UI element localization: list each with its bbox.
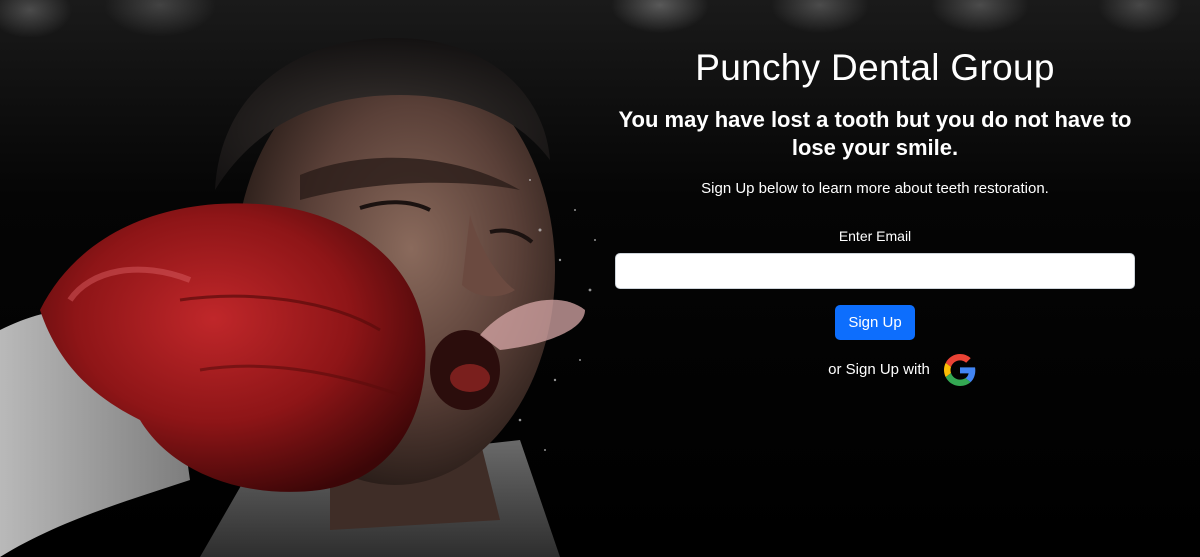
signup-panel: Punchy Dental Group You may have lost a … xyxy=(615,0,1135,386)
alt-signup-row: or Sign Up with xyxy=(669,353,1135,386)
landing-page: Punchy Dental Group You may have lost a … xyxy=(0,0,1200,557)
email-field[interactable] xyxy=(615,252,1135,289)
email-label: Enter Email xyxy=(838,227,912,244)
tagline: You may have lost a tooth but you do not… xyxy=(618,107,1132,160)
page-title: Punchy Dental Group xyxy=(695,47,1055,88)
alt-signup-text: or Sign Up with xyxy=(828,361,930,379)
google-icon[interactable] xyxy=(943,353,976,386)
hero-boxing-photo xyxy=(0,37,596,557)
signup-description: Sign Up below to learn more about teeth … xyxy=(701,180,1049,198)
signup-button[interactable]: Sign Up xyxy=(835,304,915,340)
